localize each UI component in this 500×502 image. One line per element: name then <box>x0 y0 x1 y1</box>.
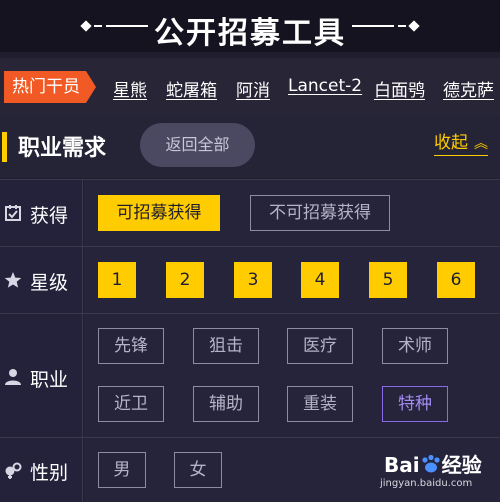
calendar-check-icon <box>5 205 21 221</box>
filter-label-gender: 性别 <box>0 438 83 502</box>
requirements-header: 职业需求 返回全部 收起 ︽ <box>0 116 500 178</box>
profession-option-guard[interactable]: 近卫 <box>98 386 164 422</box>
profession-option-caster[interactable]: 术师 <box>382 328 448 364</box>
operator-link[interactable]: 德克萨 <box>443 76 494 101</box>
requirements-title: 职业需求 <box>18 136 107 161</box>
filter-row-profession: 职业 先锋 狙击 医疗 术师 近卫 辅助 重装 特种 <box>0 313 500 437</box>
filter-row-obtain: 获得 可招募获得 不可招募获得 <box>0 179 500 246</box>
collapse-button[interactable]: 收起 ︽ <box>434 132 488 156</box>
section-accent-bar <box>2 132 7 162</box>
rarity-option-6[interactable]: 6 <box>437 262 475 298</box>
profession-option-sniper[interactable]: 狙击 <box>193 328 259 364</box>
page-title: 公开招募工具 <box>154 16 346 51</box>
gender-option-female[interactable]: 女 <box>174 452 222 488</box>
gender-option-male[interactable]: 男 <box>98 452 146 488</box>
profession-option-supporter[interactable]: 辅助 <box>193 386 259 422</box>
profession-label: 职业 <box>30 369 69 391</box>
operator-link[interactable]: Lancet-2 <box>288 76 362 96</box>
obtain-option-not-recruitable[interactable]: 不可招募获得 <box>250 195 390 231</box>
profession-option-medic[interactable]: 医疗 <box>287 328 353 364</box>
profession-option-vanguard[interactable]: 先锋 <box>98 328 164 364</box>
operator-link[interactable]: 阿消 <box>236 76 270 101</box>
operator-link[interactable]: 白面鸮 <box>374 76 425 101</box>
obtain-options: 可招募获得 不可招募获得 <box>84 180 500 246</box>
filter-label-profession: 职业 <box>0 314 83 437</box>
operator-link[interactable]: 蛇屠箱 <box>166 76 217 101</box>
gender-icon <box>5 462 22 479</box>
rarity-options: 1 2 3 4 5 6 <box>84 247 500 313</box>
title-decoration-right <box>350 18 420 34</box>
paw-icon <box>422 454 440 473</box>
operator-link[interactable]: 星熊 <box>113 76 147 101</box>
rarity-option-1[interactable]: 1 <box>98 262 136 298</box>
profession-options: 先锋 狙击 医疗 术师 近卫 辅助 重装 特种 <box>84 314 500 437</box>
star-icon <box>4 272 22 288</box>
hot-operators-bar: 热门干员 星熊 蛇屠箱 阿消 Lancet-2 白面鸮 德克萨 <box>0 58 500 116</box>
watermark-url: jingyan.baidu.com <box>380 478 473 489</box>
header: 公开招募工具 <box>0 0 500 52</box>
rarity-option-2[interactable]: 2 <box>166 262 204 298</box>
rarity-label: 星级 <box>30 272 69 294</box>
rarity-option-5[interactable]: 5 <box>369 262 407 298</box>
rarity-option-4[interactable]: 4 <box>301 262 339 298</box>
rarity-option-3[interactable]: 3 <box>234 262 272 298</box>
watermark-logo-text: Bai 经验 <box>384 453 482 477</box>
chevron-up-double-icon: ︽ <box>474 136 488 152</box>
profession-option-defender[interactable]: 重装 <box>287 386 353 422</box>
baidu-jingyan-watermark: Bai 经验 jingyan.baidu.com <box>380 445 500 501</box>
obtain-option-recruitable[interactable]: 可招募获得 <box>98 195 220 231</box>
obtain-label: 获得 <box>30 205 69 227</box>
back-all-button[interactable]: 返回全部 <box>140 123 255 167</box>
hot-operators-tag: 热门干员 <box>4 71 96 103</box>
filter-label-rarity: 星级 <box>0 247 83 313</box>
collapse-label: 收起 <box>434 133 468 153</box>
person-icon <box>5 369 21 385</box>
filter-row-rarity: 星级 1 2 3 4 5 6 <box>0 246 500 313</box>
profession-option-specialist[interactable]: 特种 <box>382 386 448 422</box>
gender-label: 性别 <box>30 462 69 484</box>
filter-label-obtain: 获得 <box>0 180 83 246</box>
